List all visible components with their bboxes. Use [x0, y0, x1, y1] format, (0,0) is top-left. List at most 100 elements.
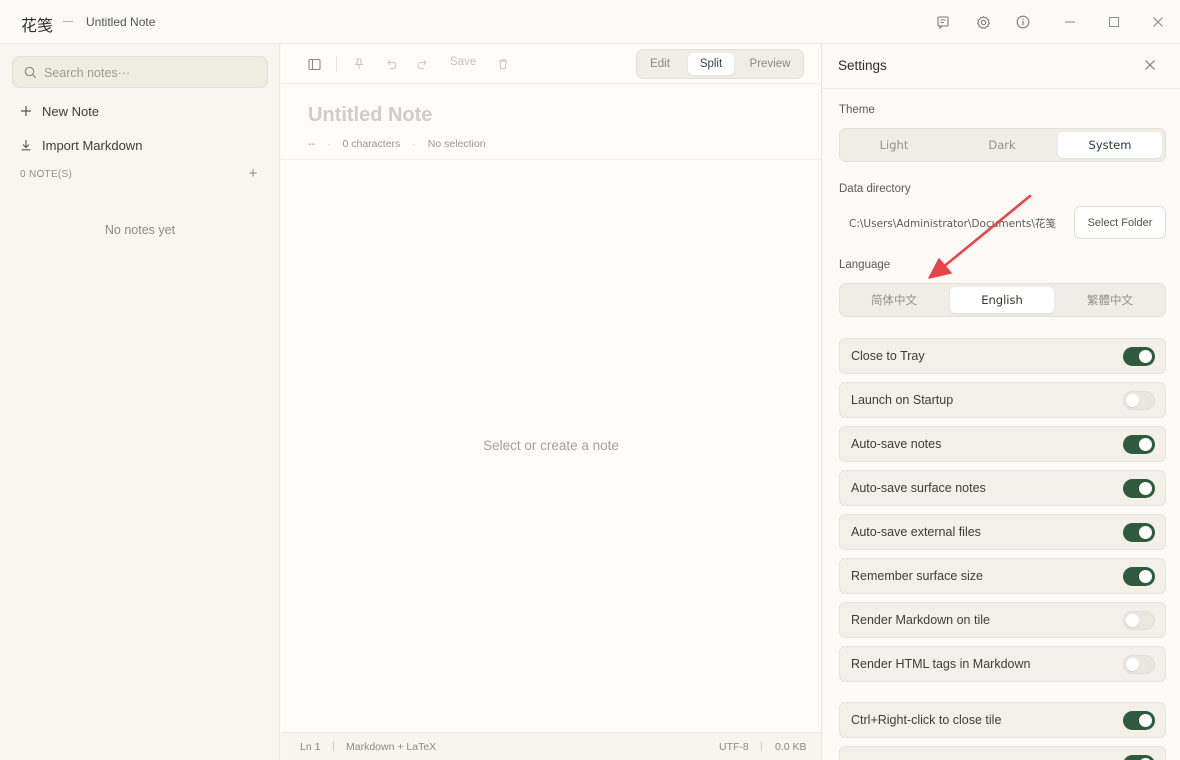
toggle-switch[interactable] [1123, 755, 1155, 760]
editor-empty-message: Select or create a note [483, 438, 619, 453]
edit-mode-button[interactable]: Edit [640, 53, 680, 75]
setting-toggle-label: Launch on Startup [851, 393, 954, 407]
toggle-switch[interactable] [1123, 655, 1155, 674]
setting-toggle-label: Auto-save external files [851, 525, 981, 539]
data-directory-path: C:\Users\Administrator\Documents\花笺 [849, 218, 1056, 230]
note-title[interactable]: Untitled Note [308, 104, 432, 127]
theme-system-option[interactable]: System [1058, 132, 1162, 158]
sidebar-toggle-icon[interactable] [306, 56, 322, 72]
plus-icon [21, 106, 31, 116]
info-icon[interactable] [1013, 12, 1033, 32]
preview-mode-button[interactable]: Preview [741, 53, 799, 75]
setting-toggle-row[interactable]: Close to Tray [839, 338, 1166, 374]
file-size: 0.0 KB [775, 741, 807, 753]
note-date: -- [308, 138, 315, 150]
settings-title: Settings [838, 58, 887, 73]
status-separator: | [332, 740, 335, 752]
toggle-switch[interactable] [1123, 435, 1155, 454]
trash-icon[interactable] [495, 56, 511, 72]
new-note-label: New Note [42, 103, 100, 119]
editor-pane: Save Edit Split Preview Untitled Note --… [281, 44, 821, 760]
setting-toggle-label: Auto-save notes [851, 437, 942, 451]
setting-toggle-label: Remember surface size [851, 569, 983, 583]
language-simplified-chinese-option[interactable]: 简体中文 [842, 287, 946, 313]
document-title: Untitled Note [86, 15, 156, 29]
undo-icon[interactable] [383, 56, 399, 72]
meta-divider [281, 159, 821, 160]
meta-dot: · [327, 138, 331, 150]
new-note-button[interactable]: New Note [20, 100, 99, 122]
toggle-switch[interactable] [1123, 391, 1155, 410]
setting-toggle-row[interactable]: Launch on Startup [839, 382, 1166, 418]
selection-info: No selection [427, 138, 486, 150]
status-bar: Ln 1 | Markdown + LaTeX UTF-8 | 0.0 KB [281, 732, 821, 760]
language-label: Language [839, 259, 891, 271]
settings-header: Settings [822, 44, 1180, 89]
redo-icon[interactable] [415, 56, 431, 72]
setting-toggle-row[interactable]: Auto-save notes [839, 426, 1166, 462]
setting-toggle-row[interactable]: Render HTML tags in Markdown [839, 646, 1166, 682]
minimize-icon[interactable] [1060, 12, 1080, 32]
title-separator [63, 21, 73, 22]
download-icon [21, 140, 31, 151]
toggle-switch[interactable] [1123, 523, 1155, 542]
add-note-icon[interactable]: + [246, 166, 260, 181]
language-english-option[interactable]: English [950, 287, 1054, 313]
toggle-switch[interactable] [1123, 567, 1155, 586]
editor-toolbar: Save Edit Split Preview [281, 44, 821, 84]
theme-light-option[interactable]: Light [842, 132, 946, 158]
language-traditional-chinese-option[interactable]: 繁體中文 [1058, 287, 1162, 313]
setting-toggle-label: Render HTML tags in Markdown [851, 657, 1031, 671]
pin-icon[interactable] [351, 56, 367, 72]
toggle-switch[interactable] [1123, 479, 1155, 498]
toggle-knob [1139, 714, 1152, 727]
search-input[interactable] [44, 64, 254, 82]
view-mode-switcher: Edit Split Preview [636, 49, 804, 79]
setting-toggle-row[interactable]: Render Markdown on tile [839, 602, 1166, 638]
toggle-knob [1139, 526, 1152, 539]
setting-toggle-label: Auto-save surface notes [851, 481, 986, 495]
setting-toggle-row[interactable]: Remember surface size [839, 558, 1166, 594]
line-indicator: Ln 1 [300, 741, 321, 753]
setting-toggle-row[interactable]: Ctrl+Right-click to close tile [839, 702, 1166, 738]
status-separator: | [760, 740, 763, 752]
close-icon[interactable] [1148, 12, 1168, 32]
settings-close-icon[interactable] [1143, 58, 1159, 74]
encoding: UTF-8 [719, 741, 749, 753]
data-directory-label: Data directory [839, 183, 911, 195]
setting-toggle-row[interactable]: Auto-save external files [839, 514, 1166, 550]
toggle-knob [1139, 438, 1152, 451]
toggle-knob [1126, 658, 1139, 671]
language-selector: 简体中文 English 繁體中文 [839, 283, 1166, 317]
toggle-knob [1126, 394, 1139, 407]
toggle-switch[interactable] [1123, 611, 1155, 630]
meta-dot: · [412, 138, 416, 150]
setting-toggle-row[interactable]: Auto-save surface notes [839, 470, 1166, 506]
toggle-switch[interactable] [1123, 347, 1155, 366]
app-name: 花笺 [21, 16, 54, 35]
import-markdown-label: Import Markdown [42, 137, 143, 153]
theme-selector: Light Dark System [839, 128, 1166, 162]
search-icon [24, 66, 37, 79]
maximize-icon[interactable] [1104, 12, 1124, 32]
import-markdown-button[interactable]: Import Markdown [20, 134, 142, 156]
toggle-knob [1139, 570, 1152, 583]
search-box[interactable] [12, 56, 268, 88]
theme-dark-option[interactable]: Dark [950, 132, 1054, 158]
toggle-knob [1139, 350, 1152, 363]
save-button[interactable]: Save [450, 56, 476, 68]
notes-icon[interactable] [933, 12, 953, 32]
theme-label: Theme [839, 104, 875, 116]
character-count: 0 characters [342, 138, 401, 150]
split-mode-button[interactable]: Split [688, 53, 734, 75]
toolbar-divider [336, 56, 337, 72]
toggle-switch[interactable] [1123, 711, 1155, 730]
empty-notes-message: No notes yet [104, 223, 176, 237]
note-meta: -- · 0 characters · No selection [308, 138, 486, 150]
select-folder-button[interactable]: Select Folder [1074, 206, 1166, 239]
sidebar: New Note Import Markdown 0 NOTE(S) + No … [0, 44, 280, 760]
gear-icon[interactable] [973, 12, 993, 32]
title-bar: 花笺 Untitled Note [0, 0, 1180, 44]
setting-toggle-label: Ctrl+Right-click to close tile [851, 713, 1002, 727]
setting-toggle-row[interactable] [839, 746, 1166, 760]
